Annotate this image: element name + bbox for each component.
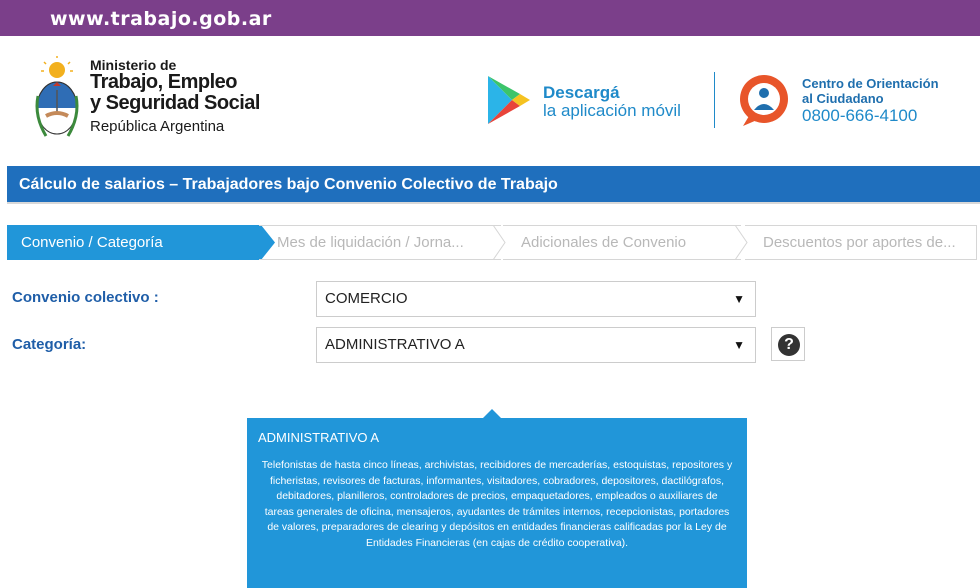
argentina-coat-of-arms-icon xyxy=(35,56,79,137)
download-app-link[interactable]: Descargá la aplicación móvil xyxy=(543,84,681,121)
download-app-line1: Descargá xyxy=(543,83,620,102)
citizen-center-icon[interactable] xyxy=(735,72,793,130)
convenio-select-value: COMERCIO xyxy=(325,290,408,307)
step-label: Descuentos por aportes de... xyxy=(763,234,956,251)
ministry-line2: Trabajo, Empleo xyxy=(90,71,237,93)
top-bar: www.trabajo.gob.ar xyxy=(0,0,980,36)
ministry-name: Ministerio de Trabajo, Empleo y Segurida… xyxy=(90,58,260,140)
categoria-select-value: ADMINISTRATIVO A xyxy=(325,336,465,353)
convenio-label: Convenio colectivo : xyxy=(12,289,159,306)
category-tooltip: ADMINISTRATIVO A Telefonistas de hasta c… xyxy=(247,409,747,588)
ministry-line1: Ministerio de xyxy=(90,57,177,73)
citizen-center-line1: Centro de Orientación xyxy=(802,76,939,91)
convenio-select[interactable]: COMERCIO ▼ xyxy=(316,281,756,317)
help-button[interactable]: ? xyxy=(771,327,805,361)
step-adicionales[interactable]: Adicionales de Convenio xyxy=(503,225,741,260)
wizard-steps: Convenio / Categoría Mes de liquidación … xyxy=(7,225,977,260)
question-icon: ? xyxy=(778,334,800,356)
tooltip-body: Telefonistas de hasta cinco líneas, arch… xyxy=(261,459,733,549)
step-label: Adicionales de Convenio xyxy=(521,234,687,251)
chevron-down-icon: ▼ xyxy=(733,338,745,352)
citizen-center-info: Centro de Orientación al Ciudadano 0800-… xyxy=(802,76,939,126)
citizen-center-phone[interactable]: 0800-666-4100 xyxy=(802,106,939,126)
step-label: Convenio / Categoría xyxy=(21,234,163,251)
step-convenio-categoria[interactable]: Convenio / Categoría xyxy=(7,225,262,260)
google-play-icon[interactable] xyxy=(486,74,532,126)
page-title: Cálculo de salarios – Trabajadores bajo … xyxy=(19,176,558,193)
chevron-down-icon: ▼ xyxy=(733,292,745,306)
header-divider xyxy=(714,72,715,128)
page-title-bar: Cálculo de salarios – Trabajadores bajo … xyxy=(7,166,980,204)
site-url[interactable]: www.trabajo.gob.ar xyxy=(50,8,272,30)
step-descuentos[interactable]: Descuentos por aportes de... xyxy=(745,225,977,260)
tooltip-arrow xyxy=(483,409,501,418)
header: Ministerio de Trabajo, Empleo y Segurida… xyxy=(0,36,980,164)
categoria-label: Categoría: xyxy=(12,336,87,353)
ministry-line4: República Argentina xyxy=(90,118,225,135)
ministry-line3: y Seguridad Social xyxy=(90,92,260,114)
step-label: Mes de liquidación / Jorna... xyxy=(277,234,464,251)
download-app-line2: la aplicación móvil xyxy=(543,101,681,120)
step-mes-liquidacion[interactable]: Mes de liquidación / Jorna... xyxy=(259,225,501,260)
citizen-center-line2: al Ciudadano xyxy=(802,91,884,106)
tooltip-title: ADMINISTRATIVO A xyxy=(258,430,380,445)
categoria-select[interactable]: ADMINISTRATIVO A ▼ xyxy=(316,327,756,363)
